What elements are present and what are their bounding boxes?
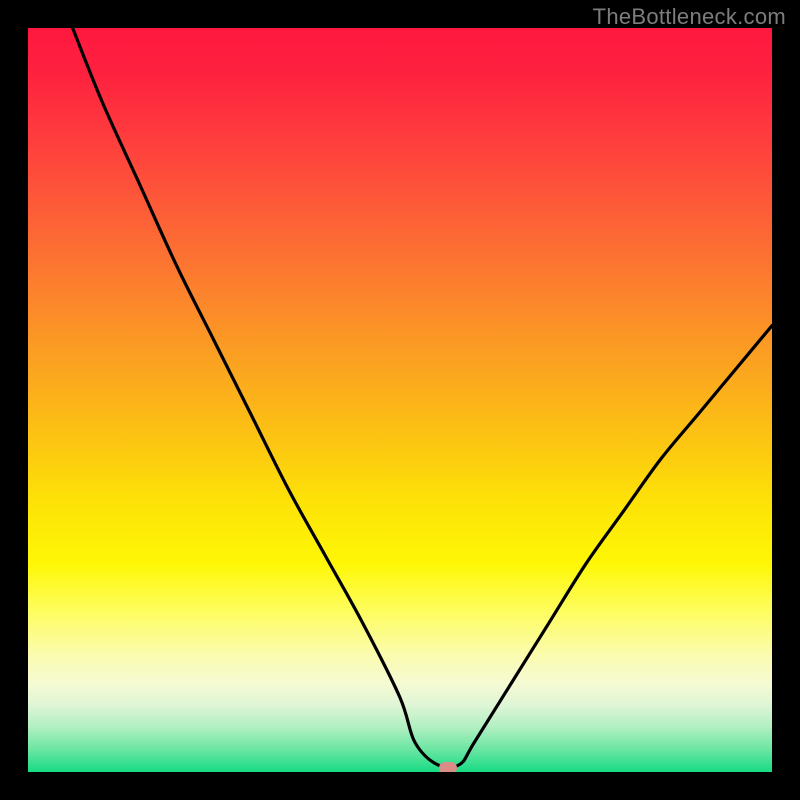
bottleneck-curve [28, 28, 772, 772]
chart-frame: TheBottleneck.com [0, 0, 800, 800]
watermark-text: TheBottleneck.com [593, 4, 786, 30]
plot-area [28, 28, 772, 772]
optimal-point-marker [439, 762, 457, 772]
